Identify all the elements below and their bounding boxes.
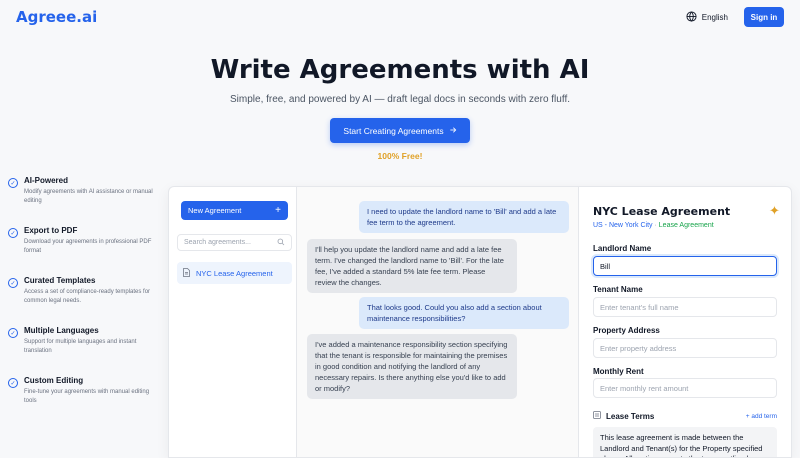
feature-item: ✓ Curated Templates Access a set of comp… — [8, 276, 158, 326]
lease-terms-title: Lease Terms — [593, 411, 654, 421]
feature-title: Export to PDF — [24, 226, 78, 235]
add-term-link[interactable]: + add term — [746, 413, 777, 420]
feature-desc: Access a set of compliance-ready templat… — [24, 289, 151, 304]
tenant-name-field[interactable]: Enter tenant's full name — [593, 297, 777, 317]
new-agreement-label: New Agreement — [188, 206, 242, 215]
tenant-name-label: Tenant Name — [593, 285, 643, 294]
landlord-name-field[interactable]: Bill — [593, 256, 777, 276]
document-icon — [183, 267, 190, 279]
lease-terms-label: Lease Terms — [606, 411, 655, 421]
hero-subtitle: Simple, free, and powered by AI — draft … — [230, 94, 570, 105]
sparkle-icon[interactable]: ✦ — [769, 203, 780, 219]
feature-item: ✓ Custom Editing Fine-tune your agreemen… — [8, 376, 158, 426]
property-address-field[interactable]: Enter property address — [593, 338, 777, 358]
country-label: US - New York City — [593, 222, 653, 229]
chat-message-user: That looks good. Could you also add a se… — [359, 297, 569, 329]
chat-panel: I need to update the landlord name to 'B… — [297, 187, 578, 457]
search-input[interactable]: Search agreements... — [177, 234, 292, 251]
chat-message-ai: I've added a maintenance responsibility … — [307, 334, 517, 399]
meta-separator: · — [654, 222, 657, 229]
check-circle-icon: ✓ — [8, 328, 18, 338]
plus-icon: + — [275, 205, 281, 216]
sign-in-button[interactable]: Sign in — [744, 7, 784, 27]
document-meta: US - New York City · Lease Agreement — [593, 222, 714, 229]
language-label: English — [701, 12, 728, 22]
document-title: NYC Lease Agreement — [593, 205, 731, 218]
feature-desc: Fine-tune your agreements with manual ed… — [24, 389, 150, 404]
feature-title: AI-Powered — [24, 176, 69, 185]
lease-terms-text[interactable]: This lease agreement is made between the… — [593, 427, 777, 457]
feature-item: ✓ Export to PDF Download your agreements… — [8, 226, 158, 276]
feature-desc: Download your agreements in professional… — [24, 239, 152, 254]
feature-title: Curated Templates — [24, 276, 96, 285]
lease-terms-header: Lease Terms + add term — [593, 411, 777, 421]
feature-item: ✓ AI-Powered Modify agreements with AI a… — [8, 176, 158, 226]
monthly-rent-field[interactable]: Enter monthly rent amount — [593, 378, 777, 398]
check-circle-icon: ✓ — [8, 178, 18, 188]
chat-message-user: I need to update the landlord name to 'B… — [359, 201, 569, 233]
agreements-sidebar: New Agreement + Search agreements... NYC… — [169, 187, 297, 457]
feature-desc: Modify agreements with AI assistance or … — [24, 189, 153, 204]
monthly-rent-label: Monthly Rent — [593, 367, 644, 376]
start-creating-button[interactable]: Start Creating Agreements — [330, 118, 470, 143]
list-icon — [593, 411, 601, 421]
feature-title: Multiple Languages — [24, 326, 99, 335]
chat-message-ai: I'll help you update the landlord name a… — [307, 239, 517, 293]
header-actions: English Sign in — [686, 7, 784, 27]
search-icon — [277, 238, 285, 248]
search-placeholder: Search agreements... — [184, 239, 251, 246]
check-circle-icon: ✓ — [8, 378, 18, 388]
cta-label: Start Creating Agreements — [343, 125, 444, 136]
free-label: 100% Free! — [377, 151, 423, 161]
property-address-label: Property Address — [593, 326, 660, 335]
check-circle-icon: ✓ — [8, 228, 18, 238]
hero-title: Write Agreements with AI — [210, 55, 590, 85]
globe-icon — [686, 10, 697, 24]
check-circle-icon: ✓ — [8, 278, 18, 288]
template-label: Lease Agreement — [658, 222, 714, 229]
feature-desc: Support for multiple languages and insta… — [24, 339, 137, 354]
sidebar-item-label: NYC Lease Agreement — [196, 268, 273, 278]
document-editor: NYC Lease Agreement ✦ US - New York City… — [578, 187, 791, 457]
language-selector[interactable]: English — [686, 10, 728, 24]
feature-list: ✓ AI-Powered Modify agreements with AI a… — [8, 176, 158, 426]
sidebar-item-nyc-lease[interactable]: NYC Lease Agreement — [177, 262, 292, 284]
logo[interactable]: Agreee.ai — [16, 8, 97, 26]
feature-title: Custom Editing — [24, 376, 84, 385]
landlord-name-label: Landlord Name — [593, 244, 652, 253]
top-nav: Agreee.ai English Sign in — [0, 0, 800, 34]
new-agreement-button[interactable]: New Agreement + — [181, 201, 288, 220]
arrow-right-icon — [449, 126, 457, 136]
app-preview: New Agreement + Search agreements... NYC… — [168, 186, 792, 458]
feature-item: ✓ Multiple Languages Support for multipl… — [8, 326, 158, 376]
